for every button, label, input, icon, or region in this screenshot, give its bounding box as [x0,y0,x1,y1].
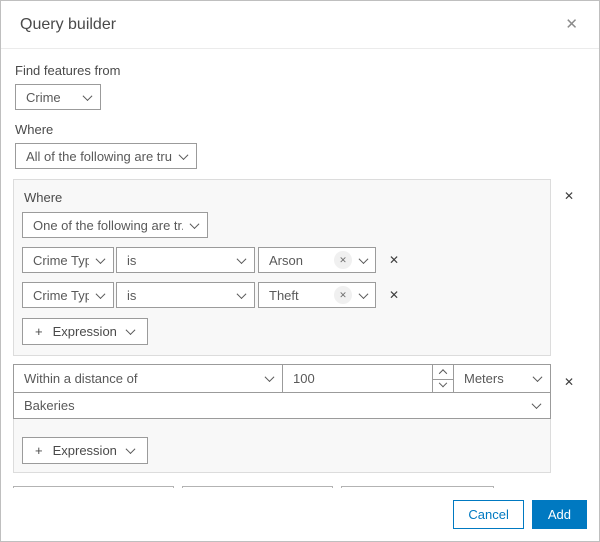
close-icon: ✕ [339,254,347,265]
condition2-operator-select[interactable]: is [116,282,255,308]
where-operator-select[interactable]: All of the following are true [15,143,197,169]
condition1-operator-value: is [127,252,137,268]
dialog-title: Query builder [20,15,117,33]
close-icon: ✕ [389,288,400,302]
condition1-field-value: Crime Type [33,252,89,268]
group1-operator-select[interactable]: One of the following are tr... [22,212,208,238]
add-expression-label: Expression [52,443,117,458]
remove-group2-button[interactable]: ✕ [551,375,587,389]
remove-group1-button[interactable]: ✕ [551,189,587,203]
expression-group-2-row: Within a distance of Meters [13,364,587,473]
units-select[interactable]: Meters [453,364,551,393]
condition2-operator-value: is [127,287,137,303]
chevron-down-icon [532,372,543,383]
query-builder-dialog: Query builder ✕ Find features from Crime… [0,0,600,542]
condition2-value: Theft [269,287,299,303]
chevron-down-icon [125,444,136,455]
chevron-down-icon [95,253,106,264]
where-label: Where [15,122,54,137]
chevron-down-icon [236,253,247,264]
cancel-button[interactable]: Cancel [453,500,524,529]
condition1-value-select[interactable]: Arson ✕ [258,247,376,273]
where-operator-value: All of the following are true [26,148,172,164]
chevron-down-icon [82,90,93,101]
close-icon: ✕ [563,189,575,203]
layer-select[interactable]: Crime [15,84,101,110]
expression-group-2: Within a distance of Meters [13,364,551,473]
chevron-down-icon [264,372,275,383]
distance-input[interactable] [283,365,432,392]
chevron-down-icon [438,378,448,388]
units-value: Meters [464,371,504,386]
chevron-down-icon [125,325,136,336]
chevron-down-icon [95,288,106,299]
chevron-down-icon [189,218,200,229]
expression-group-1-row: Where One of the following are tr... Cri… [13,179,587,356]
distance-stepper [432,365,453,392]
chevron-down-icon [358,253,369,264]
chevron-down-icon [236,288,247,299]
cancel-label: Cancel [468,507,509,522]
chevron-down-icon [531,399,542,410]
group2-add-expression-button[interactable]: + Expression [22,437,148,464]
add-label: Add [547,507,571,522]
condition1-field-select[interactable]: Crime Type [22,247,114,273]
condition1-operator-select[interactable]: is [116,247,255,273]
plus-icon: + [35,324,43,339]
condition1-value: Arson [269,252,303,268]
dialog-footer: Cancel Add [1,488,599,541]
condition2-value-select[interactable]: Theft ✕ [258,282,376,308]
remove-condition2-button[interactable]: ✕ [389,288,399,302]
dialog-header: Query builder ✕ [1,1,599,49]
layer2-select[interactable]: Bakeries [13,392,551,419]
condition-row: Crime Type is Arson ✕ ✕ [22,247,542,273]
close-icon: ✕ [389,253,400,267]
plus-icon: + [35,443,43,458]
add-expression-label: Expression [52,324,117,339]
close-icon: ✕ [563,375,575,389]
spatial-predicate-row: Within a distance of Meters [13,364,551,393]
close-icon: ✕ [565,16,578,33]
group1-where-label: Where [24,190,63,205]
dialog-body: Find features from Crime Where All of th… [1,49,599,488]
chevron-down-icon [178,149,189,160]
condition2-field-select[interactable]: Crime Type [22,282,114,308]
remove-condition1-button[interactable]: ✕ [389,253,399,267]
chevron-up-icon [438,368,448,378]
spatial-predicate-value: Within a distance of [24,371,138,386]
expression-group-1: Where One of the following are tr... Cri… [13,179,551,356]
distance-input-wrap [282,364,454,393]
close-icon: ✕ [339,289,347,300]
chevron-down-icon [358,288,369,299]
condition2-field-value: Crime Type [33,287,89,303]
condition-row: Crime Type is Theft ✕ ✕ [22,282,542,308]
clear-value-button[interactable]: ✕ [334,286,352,304]
clear-value-button[interactable]: ✕ [334,251,352,269]
layer2-value: Bakeries [24,398,75,413]
stepper-up-button[interactable] [433,365,453,379]
stepper-down-button[interactable] [433,378,453,393]
spatial-predicate-select[interactable]: Within a distance of [13,364,283,393]
group1-operator-value: One of the following are tr... [33,217,183,233]
find-features-label: Find features from [15,63,121,78]
group1-add-expression-button[interactable]: + Expression [22,318,148,345]
layer-select-value: Crime [26,89,61,105]
dialog-close-button[interactable]: ✕ [563,15,580,34]
add-button[interactable]: Add [531,500,587,529]
